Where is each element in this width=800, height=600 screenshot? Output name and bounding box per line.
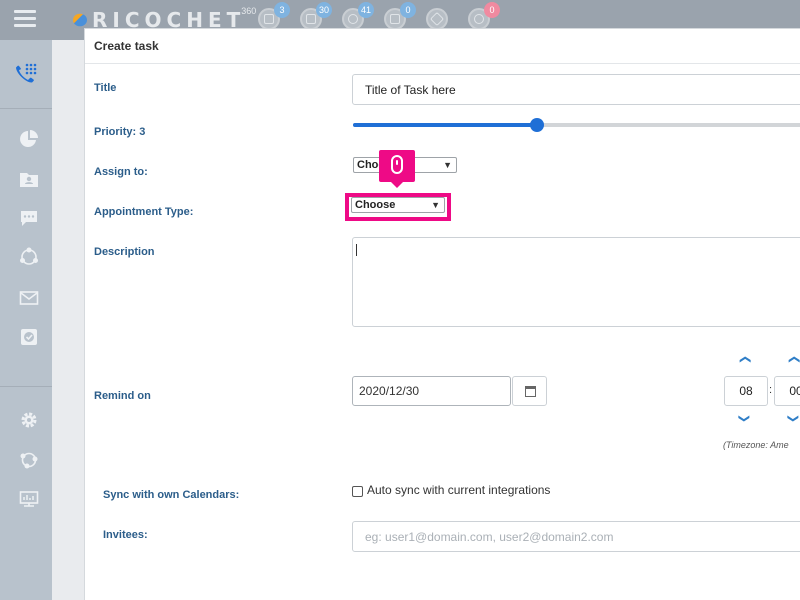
minute-down-icon[interactable]: ❯ — [787, 414, 800, 423]
minute-up-icon[interactable]: ❯ — [787, 355, 800, 364]
title-label: Title — [94, 82, 117, 94]
description-textarea[interactable] — [352, 237, 800, 327]
hour-up-icon[interactable]: ❯ — [738, 355, 751, 364]
panel-header: Create task — [85, 29, 800, 64]
timezone-note: (Timezone: Ame — [723, 440, 789, 450]
message-icon[interactable]: 0 — [468, 2, 500, 30]
logo-mark-icon — [73, 13, 87, 27]
hour-input[interactable]: 08 — [724, 376, 768, 406]
pdf-badge: 3 — [274, 2, 290, 18]
title-input[interactable]: Title of Task here — [352, 74, 800, 105]
document-icon[interactable]: 30 — [300, 2, 332, 30]
mail-badge: 0 — [400, 2, 416, 18]
invitees-input[interactable]: eg: user1@domain.com, user2@domain2.com — [352, 521, 800, 552]
network-icon[interactable] — [19, 247, 39, 267]
document-badge: 30 — [315, 2, 332, 18]
time-separator: : — [769, 384, 773, 396]
auto-sync-checkbox[interactable] — [352, 486, 363, 497]
click-highlight-box — [345, 193, 451, 221]
assign-to-label: Assign to: — [94, 166, 148, 178]
text-caret — [356, 244, 357, 256]
logo-sup: 360 — [241, 6, 257, 16]
sidebar-divider — [0, 108, 52, 109]
pdf-icon[interactable]: 3 — [258, 2, 290, 30]
top-icons: 3 30 41 0 0 — [258, 2, 510, 30]
click-tooltip — [379, 150, 415, 188]
panel-title: Create task — [94, 39, 159, 53]
hour-down-icon[interactable]: ❯ — [738, 414, 751, 423]
invitees-label: Invitees: — [103, 529, 148, 541]
box-icon[interactable] — [426, 8, 448, 30]
calendar-button[interactable] — [512, 376, 547, 406]
calendar-icon — [525, 386, 536, 397]
left-sidebar — [0, 40, 52, 600]
description-label: Description — [94, 246, 155, 258]
remind-on-label: Remind on — [94, 390, 151, 402]
priority-label: Priority: 3 — [94, 126, 146, 138]
contacts-icon[interactable] — [19, 169, 39, 189]
task-check-icon[interactable] — [19, 327, 39, 347]
mouse-icon — [391, 155, 403, 174]
mail-icon[interactable]: 0 — [384, 2, 416, 30]
pie-chart-icon[interactable] — [19, 129, 39, 149]
priority-slider-fill — [353, 123, 537, 127]
message-badge: 0 — [484, 2, 500, 18]
hamburger-menu-icon[interactable] — [14, 10, 36, 30]
minute-input[interactable]: 00 — [774, 376, 800, 406]
create-task-panel: Create task Title Title of Task here Pri… — [84, 28, 800, 600]
mail-icon[interactable] — [19, 288, 39, 308]
chat-bubble-icon[interactable] — [19, 208, 39, 228]
chat-icon[interactable]: 41 — [342, 2, 374, 30]
dashboard-icon[interactable] — [19, 489, 39, 509]
auto-sync-label[interactable]: Auto sync with current integrations — [367, 483, 550, 497]
sidebar-divider — [0, 386, 52, 387]
appointment-type-label: Appointment Type: — [94, 206, 194, 218]
chevron-down-icon: ▼ — [443, 160, 452, 170]
chat-badge: 41 — [357, 2, 374, 18]
phone-dialpad-icon[interactable] — [14, 61, 38, 85]
priority-slider-thumb[interactable] — [530, 118, 544, 132]
remind-date-input[interactable]: 2020/12/30 — [352, 376, 511, 406]
settings-gear-icon[interactable] — [19, 410, 39, 430]
priority-slider[interactable] — [353, 118, 800, 132]
integrations-icon[interactable] — [19, 450, 39, 470]
sync-calendars-label: Sync with own Calendars: — [103, 489, 240, 501]
